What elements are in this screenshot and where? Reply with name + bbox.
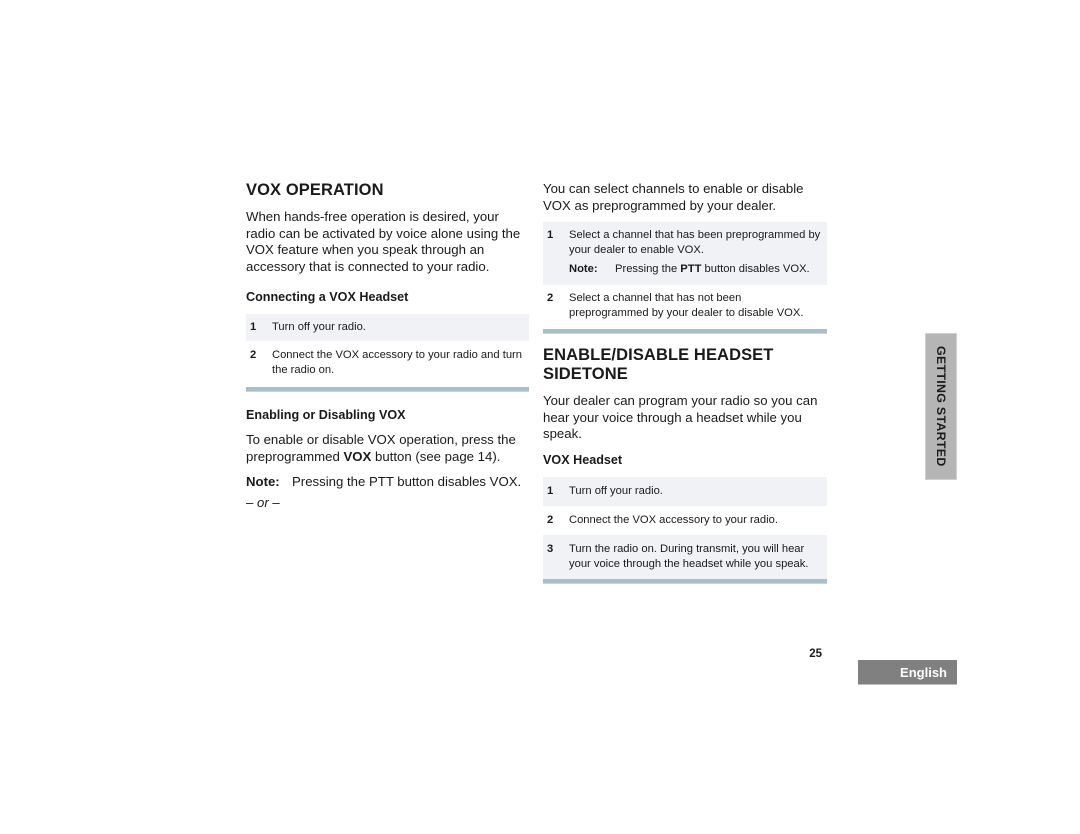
- step-text: Turn the radio on. During transmit, you …: [569, 542, 809, 570]
- step-number: 2: [250, 349, 257, 361]
- channel-steps: 1 Select a channel that has been preprog…: [543, 222, 827, 334]
- or-separator: – or –: [246, 494, 280, 510]
- enabling-heading: Enabling or Disabling VOX: [246, 408, 406, 422]
- sidetone-intro-text: Your dealer can program your radio so yo…: [543, 393, 818, 441]
- vox-headset-heading: VOX Headset: [543, 452, 623, 467]
- note-label: Note:: [569, 263, 598, 275]
- step-item: 2 Connect the VOX accessory to your radi…: [543, 506, 827, 535]
- side-tab-label: GETTING STARTED: [934, 346, 948, 467]
- step-number: 2: [547, 513, 554, 526]
- section-side-tab: GETTING STARTED: [925, 333, 957, 480]
- note-text: Pressing the PTT button disables VOX.: [615, 263, 810, 275]
- right-column: You can select channels to enable or dis…: [543, 181, 827, 584]
- step-number: 2: [547, 292, 554, 304]
- connecting-steps: 1 Turn off your radio. 2 Connect the VOX…: [246, 314, 529, 392]
- section-divider: [246, 387, 529, 392]
- sidetone-steps: 1 Turn off your radio. 2 Connect the VOX…: [543, 476, 827, 584]
- step-text: Connect the VOX accessory to your radio …: [272, 349, 522, 376]
- page-number: 25: [809, 648, 822, 660]
- section-title-sidetone: ENABLE/DISABLE HEADSET SIDETONE: [543, 346, 774, 383]
- section-title-vox-operation: VOX OPERATION: [246, 181, 384, 199]
- step-number: 1: [547, 484, 554, 497]
- step-text: Select a channel that has been preprogra…: [569, 229, 821, 277]
- note: Note: Pressing the PTT button disables V…: [246, 474, 529, 491]
- enabling-text: To enable or disable VOX operation, pres…: [246, 432, 516, 464]
- step-number: 1: [250, 321, 257, 333]
- step-text: Select a channel that has not been prepr…: [569, 292, 804, 319]
- step-number: 3: [547, 542, 554, 555]
- vox-intro-text: When hands-free operation is desired, yo…: [246, 209, 521, 274]
- step-item: 1 Turn off your radio.: [246, 314, 529, 341]
- step-text: Connect the VOX accessory to your radio.: [569, 513, 778, 526]
- section-divider: [543, 329, 827, 334]
- channels-intro-text: You can select channels to enable or dis…: [543, 181, 804, 213]
- step-number: 1: [547, 229, 554, 241]
- connecting-heading: Connecting a VOX Headset: [246, 290, 409, 304]
- left-column: VOX OPERATION When hands-free operation …: [246, 181, 529, 510]
- note-text: Pressing the PTT button disables VOX.: [292, 474, 522, 489]
- step-item: 3 Turn the radio on. During transmit, yo…: [543, 534, 827, 579]
- step-text: Turn off your radio.: [569, 484, 663, 497]
- note-label: Note:: [246, 474, 280, 489]
- language-tab: English: [858, 660, 957, 685]
- step-item: 1 Select a channel that has been preprog…: [543, 222, 827, 285]
- step-note: Note: Pressing the PTT button disables V…: [569, 262, 821, 277]
- step-text: Turn off your radio.: [272, 321, 366, 333]
- step-item: 2 Select a channel that has not been pre…: [543, 285, 827, 329]
- step-item: 1 Turn off your radio.: [543, 476, 827, 506]
- step-item: 2 Connect the VOX accessory to your radi…: [246, 341, 529, 387]
- section-divider: [543, 578, 827, 584]
